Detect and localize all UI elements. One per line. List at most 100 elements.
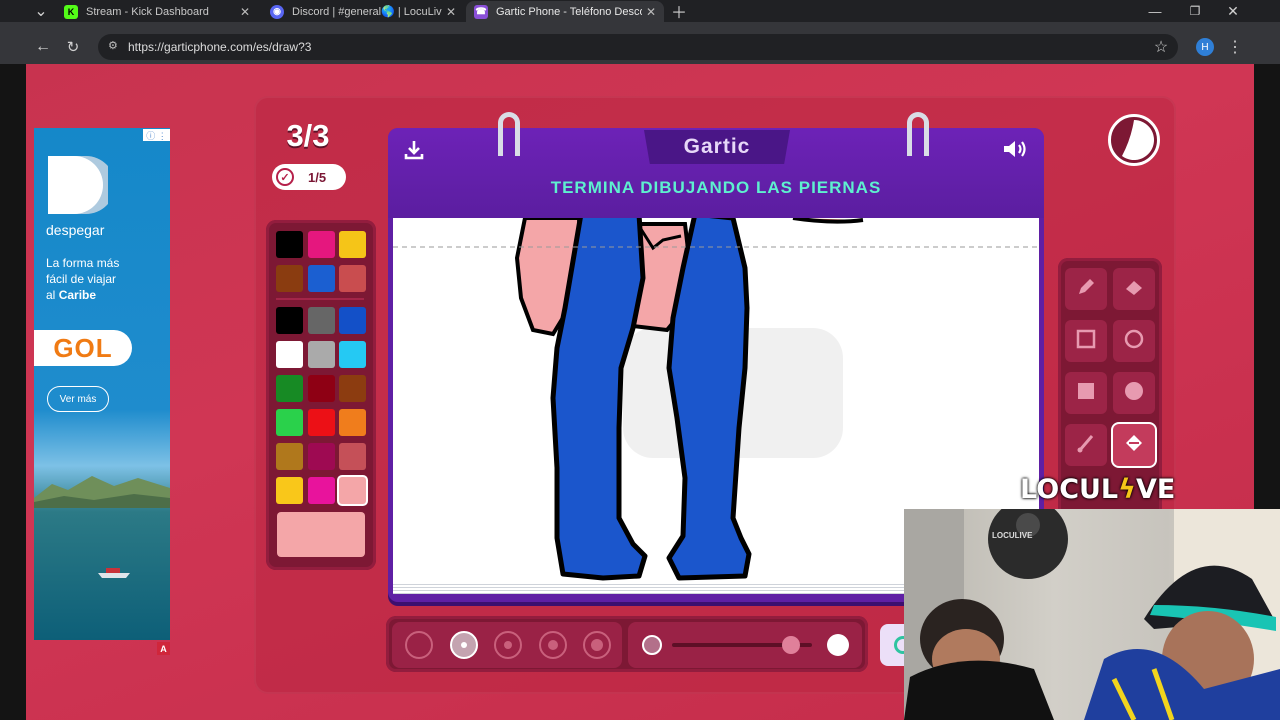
color-swatch[interactable]: [276, 477, 303, 504]
webcam-image: [904, 509, 1280, 720]
fill-bucket-icon: [1122, 431, 1146, 460]
brush-size-option[interactable]: [583, 631, 611, 659]
color-swatch[interactable]: [308, 341, 335, 368]
cam-logo: LOCULIVE: [992, 531, 1033, 540]
done-count: 1/5: [308, 169, 327, 185]
ad-tagline-line: al: [46, 288, 59, 302]
timer-icon: [1108, 114, 1160, 166]
round-counter: 3/3: [286, 118, 330, 153]
color-swatch[interactable]: [308, 307, 335, 334]
mountain-image: [34, 476, 170, 508]
color-swatch[interactable]: [308, 375, 335, 402]
color-swatch[interactable]: [276, 265, 303, 292]
tab-search-icon[interactable]: ⌄: [30, 0, 52, 22]
color-swatch[interactable]: [308, 409, 335, 436]
line-icon: [1075, 432, 1097, 459]
minimize-icon[interactable]: —: [1144, 0, 1166, 22]
brush-size-option[interactable]: [405, 631, 433, 659]
close-tab-icon[interactable]: ✕: [442, 5, 460, 19]
color-swatch[interactable]: [276, 231, 303, 258]
brush-size-option[interactable]: [494, 631, 522, 659]
line-tool[interactable]: [1065, 424, 1107, 466]
tab-title: Stream - Kick Dashboard: [86, 5, 209, 18]
opacity-slider-track[interactable]: [672, 636, 812, 654]
color-swatch[interactable]: [308, 477, 335, 504]
browser-menu-icon[interactable]: ⋮: [1224, 36, 1246, 58]
rectangle-outline-tool[interactable]: [1065, 320, 1107, 362]
binder-ring-icon: [907, 112, 929, 156]
ad-tagline: La forma más fácil de viajar al Caribe: [46, 255, 156, 303]
tab-kick[interactable]: K Stream - Kick Dashboard ✕: [56, 1, 258, 22]
ad-brand: despegar: [46, 222, 105, 238]
color-swatch[interactable]: [276, 375, 303, 402]
gartic-logo: Gartic: [644, 130, 790, 164]
window-close-icon[interactable]: ✕: [1222, 0, 1244, 22]
circle-outline-tool[interactable]: [1113, 320, 1155, 362]
opacity-slider-knob[interactable]: [782, 636, 800, 654]
close-tab-icon[interactable]: ✕: [642, 5, 660, 19]
tab-discord[interactable]: ◉ Discord | #general🌎 | LocuLive ✕: [262, 1, 464, 22]
sound-icon[interactable]: [1000, 134, 1030, 164]
color-swatch[interactable]: [308, 265, 335, 292]
brush-size-option[interactable]: [538, 631, 567, 659]
back-icon[interactable]: ←: [32, 36, 54, 58]
opacity-low-icon: [642, 635, 662, 655]
color-swatch[interactable]: [276, 443, 303, 470]
eraser-tool[interactable]: [1113, 268, 1155, 310]
rectangle-filled-icon: [1075, 380, 1097, 407]
color-swatch[interactable]: [308, 231, 335, 258]
rectangle-filled-tool[interactable]: [1065, 372, 1107, 414]
ad-info-icon[interactable]: ⓘ ⋮: [143, 129, 170, 141]
color-swatch[interactable]: [339, 477, 366, 504]
restore-icon[interactable]: ❐: [1184, 0, 1206, 22]
rectangle-outline-icon: [1075, 328, 1097, 355]
bookmark-star-icon[interactable]: ☆: [1150, 36, 1172, 58]
gartic-icon: ☎: [474, 4, 488, 19]
color-swatch[interactable]: [339, 375, 366, 402]
ad-tagline-bold: Caribe: [58, 288, 97, 302]
color-swatch[interactable]: [339, 341, 366, 368]
site-settings-icon[interactable]: ⚙: [108, 39, 118, 52]
fill-bucket-tool[interactable]: [1113, 424, 1155, 466]
close-tab-icon[interactable]: ✕: [236, 5, 254, 19]
kick-icon: K: [64, 4, 78, 19]
color-swatch[interactable]: [339, 265, 366, 292]
ad-tagline-line: fácil de viajar: [46, 272, 117, 286]
color-swatch[interactable]: [339, 307, 366, 334]
ad-tagline-line: La forma más: [46, 256, 120, 270]
download-icon[interactable]: [400, 136, 428, 164]
brand-suffix: VE: [1135, 474, 1176, 505]
advertisement[interactable]: despegar La forma más fácil de viajar al…: [34, 128, 170, 640]
binder-ring-icon: [498, 112, 520, 156]
brush-size-option[interactable]: [449, 631, 478, 659]
boat-image: [98, 568, 130, 578]
profile-avatar[interactable]: H: [1196, 38, 1214, 56]
gol-logo: GOL: [34, 330, 132, 366]
color-swatch[interactable]: [308, 443, 335, 470]
overlay-brand: LOCULϟVE: [1020, 474, 1175, 505]
discord-icon: ◉: [270, 4, 284, 19]
brand-prefix: LOCUL: [1020, 474, 1119, 505]
reload-icon[interactable]: ↻: [62, 36, 84, 58]
color-swatch[interactable]: [276, 307, 303, 334]
color-swatch[interactable]: [276, 341, 303, 368]
pencil-icon: [1075, 276, 1097, 303]
new-tab-icon[interactable]: ＋: [668, 0, 690, 22]
done-counter: ✓ 1/5: [272, 164, 346, 190]
tab-gartic[interactable]: ☎ Gartic Phone - Teléfono Descompuesto ✕: [466, 1, 664, 22]
color-swatch[interactable]: [339, 409, 366, 436]
current-color-preview: [277, 512, 365, 557]
color-swatch[interactable]: [339, 443, 366, 470]
tab-title: Gartic Phone - Teléfono Descompuesto: [496, 5, 642, 18]
color-swatch[interactable]: [339, 231, 366, 258]
ad-badge: A: [157, 642, 170, 655]
circle-filled-icon: [1123, 380, 1145, 407]
ad-cta-button[interactable]: Ver más: [47, 386, 109, 412]
tab-title: Discord | #general🌎 | LocuLive: [292, 6, 442, 18]
palette-divider: [276, 298, 364, 300]
color-swatch[interactable]: [276, 409, 303, 436]
address-bar[interactable]: ⚙ https://garticphone.com/es/draw?3: [98, 34, 1178, 60]
circle-filled-tool[interactable]: [1113, 372, 1155, 414]
pencil-tool[interactable]: [1065, 268, 1107, 310]
opacity-high-icon: [827, 634, 849, 656]
